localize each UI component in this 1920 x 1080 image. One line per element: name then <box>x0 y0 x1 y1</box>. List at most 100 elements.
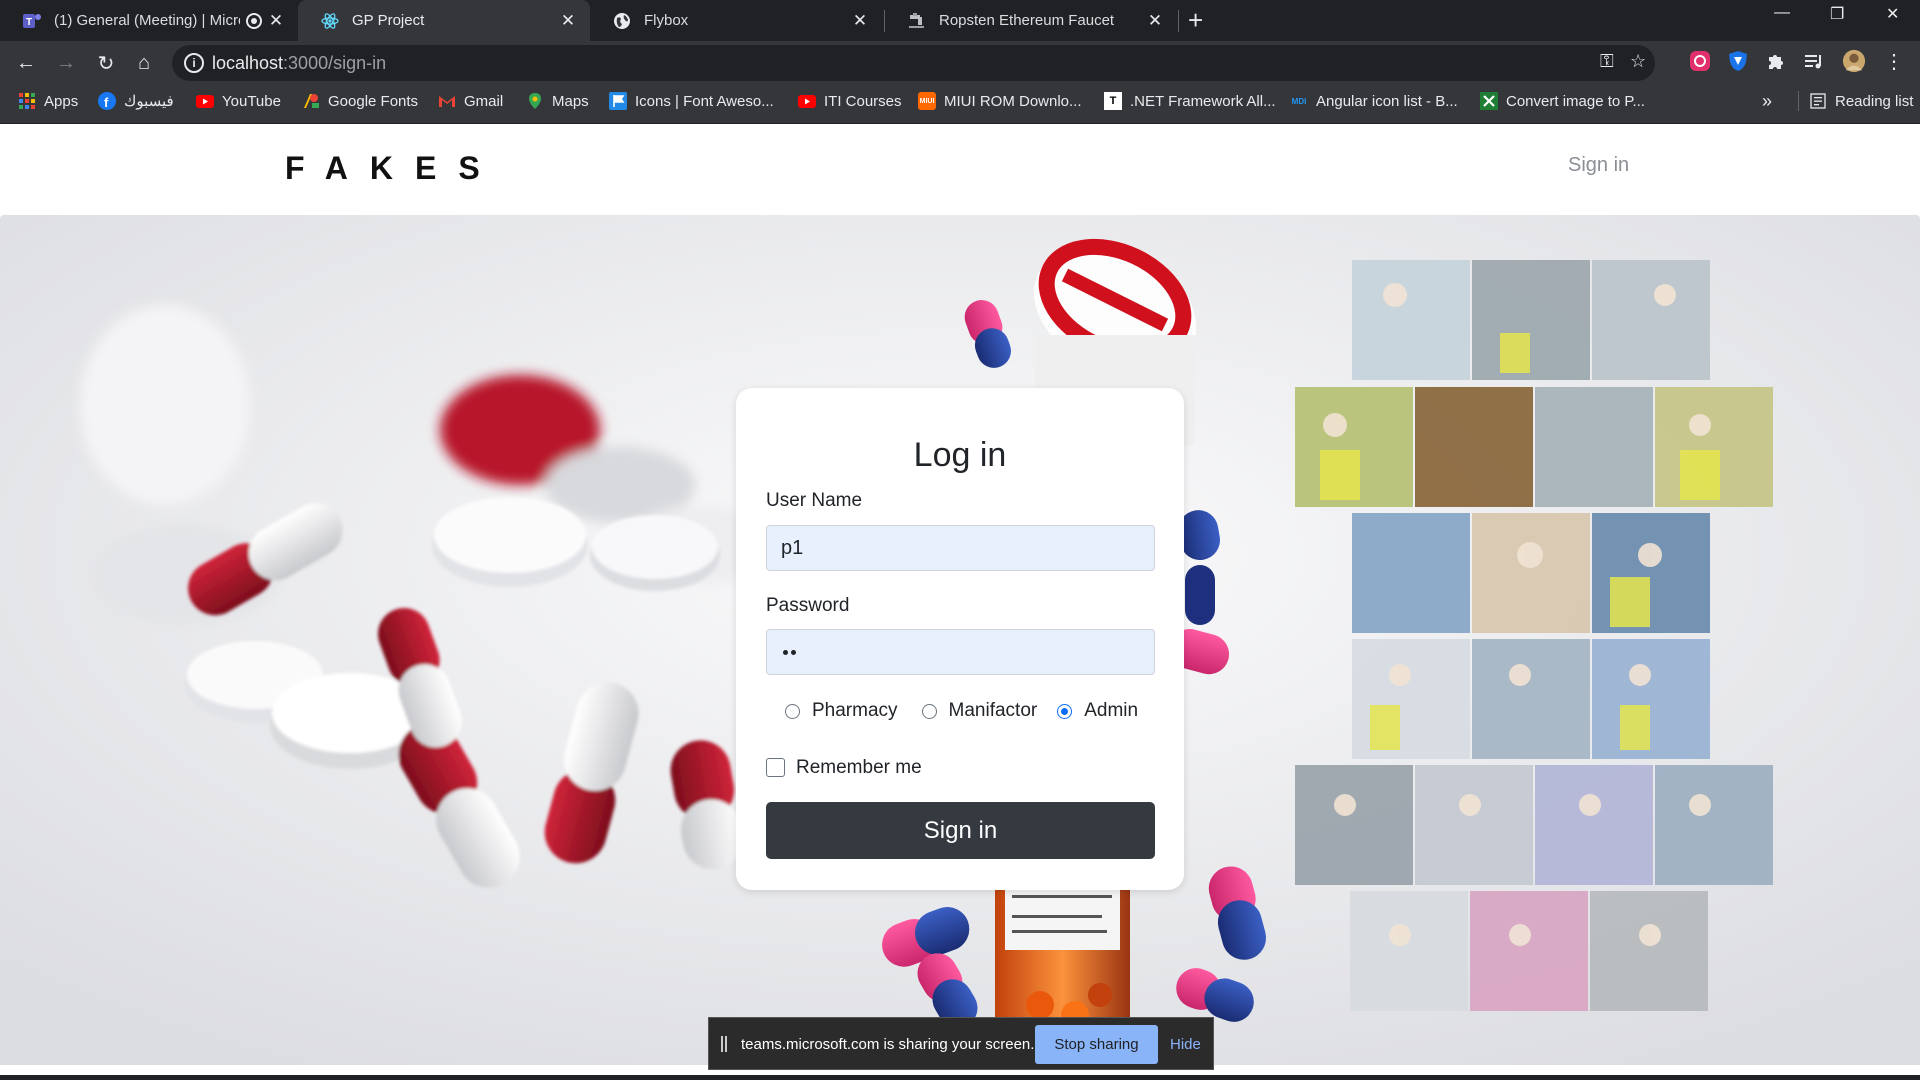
bookmark-angular-icons[interactable]: MDI Angular icon list - B... <box>1290 84 1458 118</box>
bookmark-label: Convert image to P... <box>1506 92 1645 110</box>
window-close-icon[interactable]: ✕ <box>1886 4 1899 24</box>
username-input[interactable] <box>766 525 1155 571</box>
bookmark-label: Google Fonts <box>328 92 419 110</box>
username-label: User Name <box>766 490 863 511</box>
reading-list-button[interactable]: Reading list <box>1798 84 1913 118</box>
gmail-icon <box>438 92 456 110</box>
maps-icon <box>526 92 544 110</box>
bookmark-label: .NET Framework All... <box>1130 92 1276 110</box>
password-label: Password <box>766 595 850 616</box>
avatar[interactable] <box>1842 49 1866 73</box>
url-text: localhost:3000/sign-in <box>212 53 387 73</box>
react-icon <box>320 11 340 31</box>
bookmark-label: MIUI ROM Downlo... <box>944 92 1082 110</box>
faucet-icon <box>907 11 927 31</box>
convert-icon <box>1480 92 1498 110</box>
role-radio-pharmacy[interactable] <box>785 703 800 719</box>
bookmark-google-fonts[interactable]: Google Fonts <box>302 84 418 118</box>
role-radio-manifactor[interactable] <box>921 703 937 719</box>
bookmark-maps[interactable]: Maps <box>526 84 589 118</box>
close-icon[interactable]: ✕ <box>262 11 290 31</box>
bookmark-label: Angular icon list - B... <box>1316 92 1458 110</box>
signin-button[interactable]: Sign in <box>766 802 1155 859</box>
stop-sharing-button[interactable]: Stop sharing <box>1035 1025 1158 1064</box>
address-bar[interactable]: i localhost:3000/sign-in ⚿ ☆ <box>172 45 1655 81</box>
remember-me-label[interactable]: Remember me <box>796 757 922 779</box>
bookmark-dotnet[interactable]: T .NET Framework All... <box>1104 84 1276 118</box>
tab-teams[interactable]: T (1) General (Meeting) | Microsoft Team… <box>0 0 298 41</box>
bookmark-convert-image[interactable]: Convert image to P... <box>1480 84 1645 118</box>
svg-text:T: T <box>26 17 32 28</box>
bookmark-label: ITI Courses <box>824 92 902 110</box>
miui-icon: MIUI <box>918 92 936 110</box>
password-input[interactable] <box>766 629 1155 675</box>
bookmark-label: Maps <box>552 92 589 110</box>
role-radio-group: Pharmacy Manifactor Admin <box>785 700 1138 722</box>
bookmark-apps[interactable]: Apps <box>18 84 78 118</box>
site-logo[interactable]: FAKES <box>285 150 502 187</box>
role-label-manifactor: Manifactor <box>948 700 1038 721</box>
apps-grid-icon <box>18 92 36 110</box>
taskbar-edge <box>0 1075 1920 1080</box>
globe-icon <box>612 11 632 31</box>
bookmark-facebook[interactable]: f فيسبوك <box>98 84 174 118</box>
mdi-icon: MDI <box>1291 96 1307 106</box>
reading-list-divider <box>1798 91 1799 111</box>
key-icon[interactable]: ⚿ <box>1600 51 1614 72</box>
reading-list-icon <box>1809 92 1827 110</box>
bookmark-label: YouTube <box>222 92 281 110</box>
tab-ropsten-faucet[interactable]: Ropsten Ethereum Faucet ✕ <box>885 0 1177 41</box>
minimize-icon[interactable]: — <box>1774 4 1790 22</box>
close-icon[interactable]: ✕ <box>554 11 582 31</box>
close-icon[interactable]: ✕ <box>846 11 874 31</box>
tab-title: GP Project <box>352 12 425 29</box>
tab-gp-project[interactable]: GP Project ✕ <box>298 0 590 41</box>
info-icon[interactable]: i <box>184 53 204 73</box>
close-icon[interactable]: ✕ <box>1141 11 1169 31</box>
header-signin-link[interactable]: Sign in <box>1568 154 1629 177</box>
tab-title: (1) General (Meeting) | Microsoft Teams <box>54 12 240 29</box>
hide-button[interactable]: Hide <box>1170 1036 1201 1053</box>
bookmarks-bar: Apps f فيسبوك YouTube Google Fonts Gmail… <box>0 84 1920 124</box>
reload-button[interactable]: ↻ <box>92 49 120 77</box>
google-fonts-icon <box>302 92 320 110</box>
login-title: Log in <box>913 436 1007 474</box>
teams-icon: T <box>22 11 42 31</box>
font-awesome-icon <box>609 92 627 110</box>
drag-handle-icon[interactable] <box>721 1036 727 1052</box>
tab-separator <box>1178 10 1179 32</box>
svg-text:f: f <box>104 95 109 110</box>
extension-shield-icon[interactable] <box>1726 49 1750 73</box>
bookmark-font-awesome[interactable]: Icons | Font Aweso... <box>609 84 774 118</box>
tab-flybox[interactable]: Flybox ✕ <box>590 0 882 41</box>
bookmark-youtube[interactable]: YouTube <box>196 84 281 118</box>
role-label-pharmacy: Pharmacy <box>812 700 898 721</box>
bookmark-label: Icons | Font Aweso... <box>635 92 774 110</box>
role-label-admin: Admin <box>1084 700 1139 721</box>
remember-me-checkbox[interactable] <box>766 758 785 777</box>
restore-icon[interactable]: ❐ <box>1830 4 1844 24</box>
youtube-icon <box>798 92 816 110</box>
extensions-puzzle-icon[interactable] <box>1764 49 1788 73</box>
reading-list-label: Reading list <box>1835 92 1914 110</box>
browser-menu-icon[interactable]: ⋮ <box>1882 49 1906 73</box>
role-radio-admin[interactable] <box>1057 703 1073 719</box>
share-status-text: teams.microsoft.com is sharing your scre… <box>741 1036 1035 1053</box>
home-button[interactable]: ⌂ <box>130 49 158 77</box>
bookmark-miui[interactable]: MIUI MIUI ROM Downlo... <box>918 84 1082 118</box>
new-tab-button[interactable]: + <box>1188 6 1203 34</box>
youtube-icon <box>196 92 214 110</box>
browser-toolbar: ← → ↻ ⌂ i localhost:3000/sign-in ⚿ ☆ ⋮ <box>0 41 1920 84</box>
bookmark-gmail[interactable]: Gmail <box>438 84 503 118</box>
recording-icon <box>246 12 262 29</box>
bookmark-label: فيسبوك <box>124 93 174 110</box>
forward-button[interactable]: → <box>52 49 80 77</box>
extension-instagram-icon[interactable] <box>1688 49 1712 73</box>
bookmark-iti-courses[interactable]: ITI Courses <box>798 84 902 118</box>
star-icon[interactable]: ☆ <box>1630 51 1646 72</box>
site-header: FAKES Sign in <box>0 124 1920 205</box>
media-queue-icon[interactable] <box>1802 49 1826 73</box>
bookmarks-overflow-button[interactable]: » <box>1762 84 1772 118</box>
facebook-icon: f <box>98 92 116 110</box>
back-button[interactable]: ← <box>12 49 40 77</box>
